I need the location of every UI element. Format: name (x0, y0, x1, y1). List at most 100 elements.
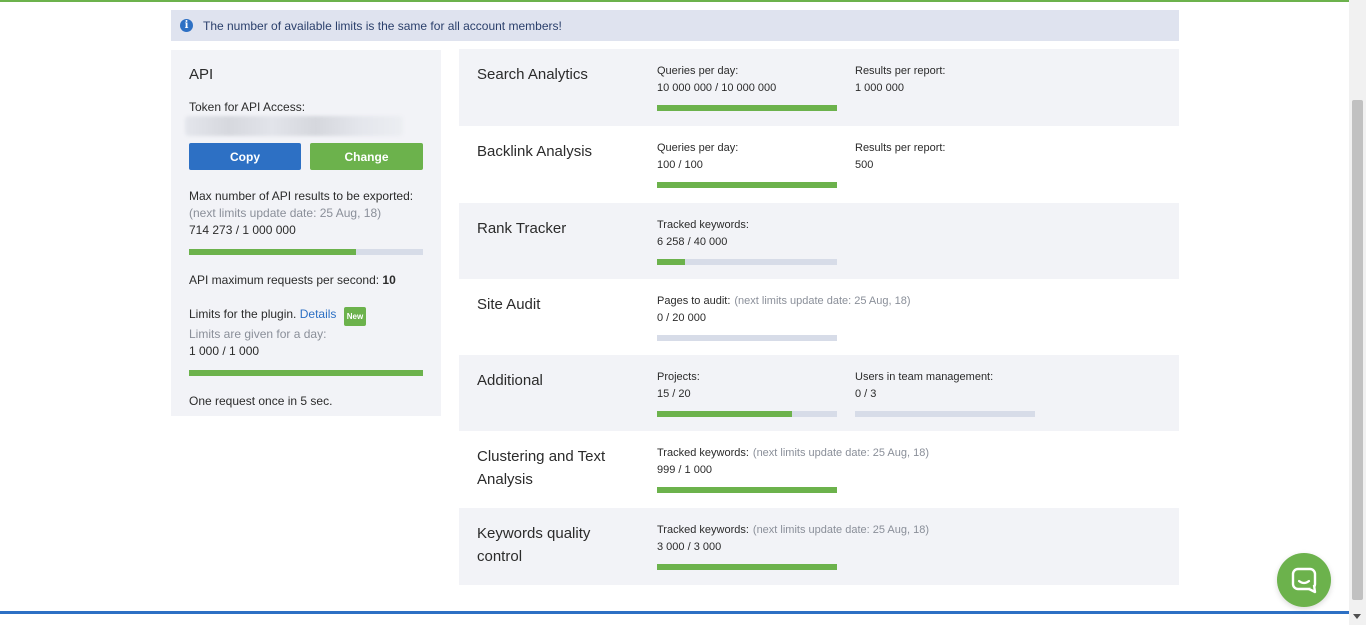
export-limit-note: (next limits update date: 25 Aug, 18) (189, 206, 382, 220)
metric-update-note: (next limits update date: 25 Aug, 18) (752, 524, 930, 536)
limit-metric: Pages to audit: (next limits update date:… (657, 294, 911, 341)
chat-icon (1291, 567, 1317, 594)
metric-label: Projects: (657, 371, 700, 383)
export-limit-value: 714 273 / 1 000 000 (189, 223, 296, 237)
metric-label: Pages to audit: (657, 295, 731, 307)
section-title: Additional (477, 372, 543, 389)
rps-label: API maximum requests per second: (189, 273, 380, 287)
metric-progress-bar (657, 182, 837, 188)
new-badge: New (343, 307, 367, 326)
metric-label: Results per report: (855, 65, 946, 77)
metric-progress-bar (657, 564, 837, 570)
limit-section: Search Analytics Queries per day: 10 000 0… (459, 49, 1179, 126)
section-title: Backlink Analysis (477, 143, 593, 160)
metric-label-line: Results per report: (855, 64, 945, 78)
metric-label-line: Tracked keywords: (657, 218, 837, 232)
metric-progress-fill (657, 182, 837, 188)
section-title: Keywords quality control (477, 525, 591, 565)
metric-label-line: Queries per day: (657, 141, 837, 155)
metric-label: Tracked keywords: (657, 447, 749, 459)
metric-value: 3 000 / 3 000 (657, 541, 722, 553)
info-icon: i (180, 19, 193, 32)
copy-token-button[interactable]: Copy (189, 143, 301, 170)
metric-label: Tracked keywords: (657, 219, 749, 231)
metric-label: Results per report: (855, 142, 946, 154)
limit-section: Rank Tracker Tracked keywords: 6 258 / 40 … (459, 203, 1179, 279)
metric-value: 999 / 1 000 (657, 464, 713, 476)
rps-value: 10 (382, 273, 396, 287)
scroll-down-arrow-icon[interactable] (1353, 614, 1361, 619)
limit-metric: Queries per day: 10 000 000 / 10 000 000 (657, 64, 837, 111)
metric-progress-fill (657, 259, 686, 265)
section-title: Clustering and Text Analysis (477, 448, 606, 488)
metric-progress-fill (657, 105, 837, 111)
limit-metric: Results per report: 1 000 000 (855, 64, 945, 95)
info-notice: i The number of available limits is the … (171, 10, 1179, 41)
request-note: One request once in 5 sec. (189, 394, 333, 408)
metric-progress-bar (657, 259, 837, 265)
metric-value: 10 000 000 / 10 000 000 (657, 82, 777, 94)
notice-text: The number of available limits is the sa… (203, 18, 562, 33)
limit-section: Backlink Analysis Queries per day: 100 / 1… (459, 126, 1179, 203)
change-token-button[interactable]: Change (310, 143, 423, 170)
export-limit-label: Max number of API results to be exported… (189, 189, 414, 203)
api-title: API (189, 66, 214, 83)
limit-metric: Tracked keywords: (next limits update dat… (657, 446, 929, 493)
export-limit-bar (189, 249, 423, 255)
metric-label-line: Tracked keywords: (next limits update dat… (657, 446, 929, 460)
top-accent-line (0, 0, 1366, 2)
metric-progress-fill (657, 411, 792, 417)
section-title: Rank Tracker (477, 220, 567, 237)
limit-metric: Queries per day: 100 / 100 (657, 141, 837, 188)
export-limit-bar-fill (189, 249, 357, 255)
metric-progress-fill (657, 564, 837, 570)
metric-value: 1 000 000 (855, 82, 904, 94)
limit-section: Site Audit Pages to audit: (next limits up… (459, 279, 1179, 355)
limit-metric: Tracked keywords: 6 258 / 40 000 (657, 218, 837, 265)
metric-progress-bar (657, 105, 837, 111)
metric-progress-bar (657, 411, 837, 417)
metric-label-line: Pages to audit: (next limits update date:… (657, 294, 911, 308)
chat-button[interactable] (1277, 553, 1331, 607)
metric-label: Queries per day: (657, 65, 739, 77)
plugin-label: Limits for the plugin. (189, 307, 297, 321)
metric-value: 6 258 / 40 000 (657, 236, 728, 248)
metric-progress-bar (657, 335, 837, 341)
limits-list: Search Analytics Queries per day: 10 000 0… (459, 49, 1179, 585)
plugin-details-link[interactable]: Details (300, 307, 337, 321)
metric-label: Tracked keywords: (657, 524, 749, 536)
metric-label-line: Projects: (657, 370, 837, 384)
metric-value: 100 / 100 (657, 159, 703, 171)
metric-label: Queries per day: (657, 142, 739, 154)
token-label: Token for API Access: (189, 100, 306, 114)
metric-value: 0 / 3 (855, 388, 877, 400)
plugin-note: Limits are given for a day: (189, 327, 327, 341)
plugin-line: Limits for the plugin. Details New (189, 306, 423, 326)
plugin-limit-bar (189, 370, 423, 376)
metric-label-line: Results per report: (855, 141, 945, 155)
metric-value: 15 / 20 (657, 388, 691, 400)
api-token-value[interactable] (185, 116, 403, 136)
metric-update-note: (next limits update date: 25 Aug, 18) (752, 447, 930, 459)
limit-section: Keywords quality control Tracked keywords… (459, 508, 1179, 585)
limit-section: Clustering and Text Analysis Tracked keyw… (459, 431, 1179, 508)
bottom-accent-line (0, 611, 1349, 614)
metric-label-line: Tracked keywords: (next limits update dat… (657, 523, 929, 537)
plugin-limit-bar-fill (189, 370, 423, 376)
metric-value: 500 (855, 159, 874, 171)
metric-progress-bar (855, 411, 1035, 417)
section-title: Search Analytics (477, 66, 588, 83)
metric-progress-fill (657, 487, 837, 493)
metric-update-note: (next limits update date: 25 Aug, 18) (734, 295, 911, 307)
limit-metric: Results per report: 500 (855, 141, 945, 172)
scrollbar-thumb[interactable] (1352, 100, 1363, 600)
api-card: API Token for API Access: Copy Change Ma… (171, 50, 441, 416)
metric-value: 0 / 20 000 (657, 312, 706, 324)
metric-label-line: Queries per day: (657, 64, 837, 78)
metric-progress-bar (657, 487, 837, 493)
metric-label-line: Users in team management: (855, 370, 1035, 384)
limit-metric: Projects: 15 / 20 (657, 370, 837, 417)
plugin-value: 1 000 / 1 000 (189, 344, 260, 358)
rps-line: API maximum requests per second: 10 (189, 272, 423, 289)
limit-section: Additional Projects: 15 / 20 Users in team … (459, 355, 1179, 431)
